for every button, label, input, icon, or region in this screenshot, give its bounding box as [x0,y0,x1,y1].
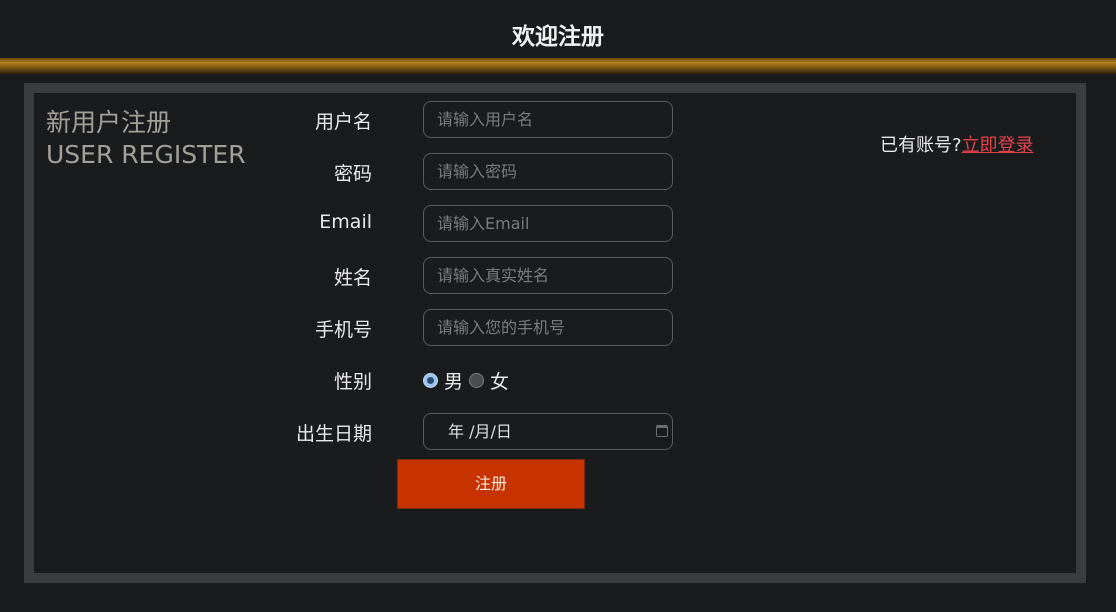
email-input[interactable] [423,205,673,242]
username-label: 用户名 [314,111,372,133]
gender-female-radio[interactable] [469,372,485,388]
register-frame: 新用户注册 USER REGISTER 用户名 密码 Email 姓名 手机号 … [24,83,1086,583]
password-row: 密码 [34,153,734,190]
login-hint: 已有账号?立即登录 [880,131,1034,157]
login-prompt: 已有账号? [880,135,962,156]
phone-label: 手机号 [314,319,372,341]
login-link[interactable]: 立即登录 [962,135,1034,156]
birthday-row: 出生日期 年 /月/日 [34,413,734,450]
register-panel: 新用户注册 USER REGISTER 用户名 密码 Email 姓名 手机号 … [34,93,1076,573]
realname-row: 姓名 [34,257,734,294]
gender-radio-group: 男 女 [423,367,515,393]
gender-male-radio[interactable] [423,372,438,388]
gender-male-label: 男 [444,370,464,393]
birthday-date-placeholder: 年 /月/日 [448,422,512,441]
register-button[interactable]: 注册 [397,459,585,509]
email-label: Email [319,211,372,233]
username-row: 用户名 [34,101,734,138]
birthday-date-input[interactable]: 年 /月/日 [423,413,673,450]
gender-label: 性别 [333,371,372,393]
realname-input[interactable] [423,257,673,294]
phone-row: 手机号 [34,309,734,346]
header-divider [0,58,1116,74]
phone-input[interactable] [423,309,673,346]
calendar-icon[interactable] [656,425,668,437]
email-row: Email [34,205,734,242]
username-input[interactable] [423,101,673,138]
gender-row: 性别 男 女 [34,361,734,397]
birthday-label: 出生日期 [295,423,372,445]
password-input[interactable] [423,153,673,190]
realname-label: 姓名 [333,267,372,289]
gender-female-label: 女 [490,370,510,393]
password-label: 密码 [333,163,372,185]
page-header: 欢迎注册 [0,0,1116,58]
